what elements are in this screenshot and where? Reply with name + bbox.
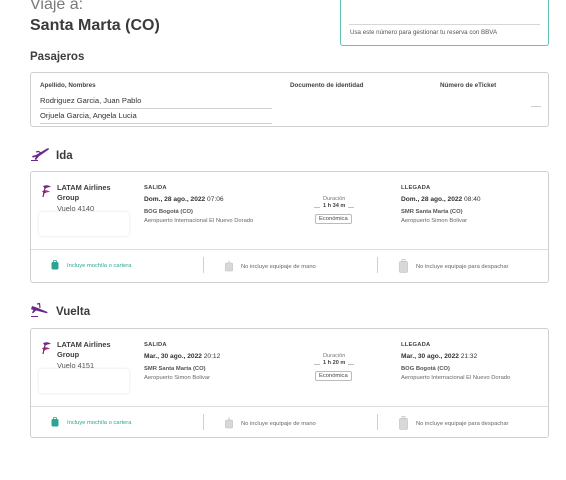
eticket-placeholder <box>531 106 541 107</box>
redacted-field <box>39 212 129 236</box>
divider <box>377 414 378 430</box>
arrival-airport-name: Aeropuerto Internacional El Nuevo Dorado <box>401 375 511 381</box>
airline-name: LATAM Airlines Group <box>57 340 111 359</box>
baggage-checked: No incluye equipaje para despachar <box>399 416 509 432</box>
col-header-eticket: Número de eTicket <box>440 82 497 89</box>
baggage-checked-text: No incluye equipaje para despachar <box>416 421 509 427</box>
departure-datetime: Dom., 28 ago., 2022 07:06 <box>144 196 224 203</box>
passenger-row: Rodriguez Garcia, Juan Pablo <box>40 96 272 109</box>
passengers-card: Apellido, Nombres Documento de identidad… <box>30 72 549 127</box>
baggage-checked-text: No incluye equipaje para despachar <box>416 264 509 270</box>
divider <box>349 24 540 25</box>
arrival-heading: LLEGADA <box>401 185 431 191</box>
booking-note: Usa este número para gestionar tu reserv… <box>350 29 498 36</box>
baggage-hand-text: No incluye equipaje de mano <box>241 421 316 427</box>
trip-prefix: Viaje a: <box>30 0 84 13</box>
departure-heading: SALIDA <box>144 342 167 348</box>
return-header: Vuelta <box>30 301 90 322</box>
baggage-hand: No incluye equipaje de mano <box>225 417 316 431</box>
trip-destination: Santa Marta (CO) <box>30 17 160 34</box>
outbound-header: Ida <box>30 145 73 166</box>
arrival-datetime: Dom., 28 ago., 2022 08:40 <box>401 196 481 203</box>
backpack-icon <box>51 259 59 272</box>
passengers-title: Pasajeros <box>30 51 85 63</box>
departure-airport-name: Aeropuerto Simon Bolivar <box>144 375 211 381</box>
redacted-field <box>39 369 129 393</box>
plane-landing-icon <box>30 301 50 322</box>
duration-value: 1 h 34 m <box>320 203 349 209</box>
latam-logo-icon <box>41 184 53 203</box>
duration-label: Duración <box>323 196 346 202</box>
departure-airport: BOG Bogotá (CO) <box>144 209 193 215</box>
baggage-checked: No incluye equipaje para despachar <box>399 259 509 275</box>
departure-heading: SALIDA <box>144 185 167 191</box>
baggage-hand: No incluye equipaje de mano <box>225 260 316 274</box>
arrival-datetime: Mar., 30 ago., 2022 21:32 <box>401 353 478 360</box>
baggage-carry-item: Incluye mochila o cartera <box>51 416 132 429</box>
departure-airport-name: Aeropuerto Internacional El Nuevo Dorado <box>144 218 254 224</box>
cabin-badge: Económica <box>315 371 352 381</box>
cabin-badge: Económica <box>315 214 352 224</box>
divider <box>203 414 204 430</box>
divider <box>377 257 378 273</box>
divider <box>31 406 548 407</box>
return-flight-card: LATAM Airlines Group Vuelo 4151 SALIDA M… <box>30 328 549 438</box>
baggage-carry-item: Incluye mochila o cartera <box>51 259 132 272</box>
passenger-row: Orjuela Garcia, Angela Lucia <box>40 111 272 124</box>
suitcase-icon <box>399 259 408 275</box>
arrival-airport: SMR Santa Marta (CO) <box>401 209 463 215</box>
outbound-flight-card: LATAM Airlines Group Vuelo 4140 SALIDA D… <box>30 171 549 283</box>
baggage-carry-text: Incluye mochila o cartera <box>67 420 132 426</box>
divider <box>31 249 548 250</box>
latam-logo-icon <box>41 341 53 360</box>
arrival-airport-name: Aeropuerto Simon Bolivar <box>401 218 468 224</box>
departure-airport: SMR Santa Marta (CO) <box>144 366 206 372</box>
duration-value: 1 h 20 m <box>320 360 349 366</box>
backpack-icon <box>51 416 59 429</box>
return-title: Vuelta <box>56 305 91 318</box>
plane-takeoff-icon <box>30 145 50 166</box>
hand-luggage-icon <box>225 260 233 274</box>
baggage-carry-text: Incluye mochila o cartera <box>67 263 132 269</box>
duration-label: Duración <box>323 353 346 359</box>
hand-luggage-icon <box>225 417 233 431</box>
arrival-airport: BOG Bogotá (CO) <box>401 366 450 372</box>
suitcase-icon <box>399 416 408 432</box>
departure-datetime: Mar., 30 ago., 2022 20:12 <box>144 353 221 360</box>
col-header-document: Documento de identidad <box>290 82 364 89</box>
divider <box>203 257 204 273</box>
baggage-hand-text: No incluye equipaje de mano <box>241 264 316 270</box>
booking-code-box: Usa este número para gestionar tu reserv… <box>340 0 549 46</box>
col-header-name: Apellido, Nombres <box>40 82 96 89</box>
airline-name: LATAM Airlines Group <box>57 183 111 202</box>
outbound-title: Ida <box>56 149 73 162</box>
arrival-heading: LLEGADA <box>401 342 431 348</box>
